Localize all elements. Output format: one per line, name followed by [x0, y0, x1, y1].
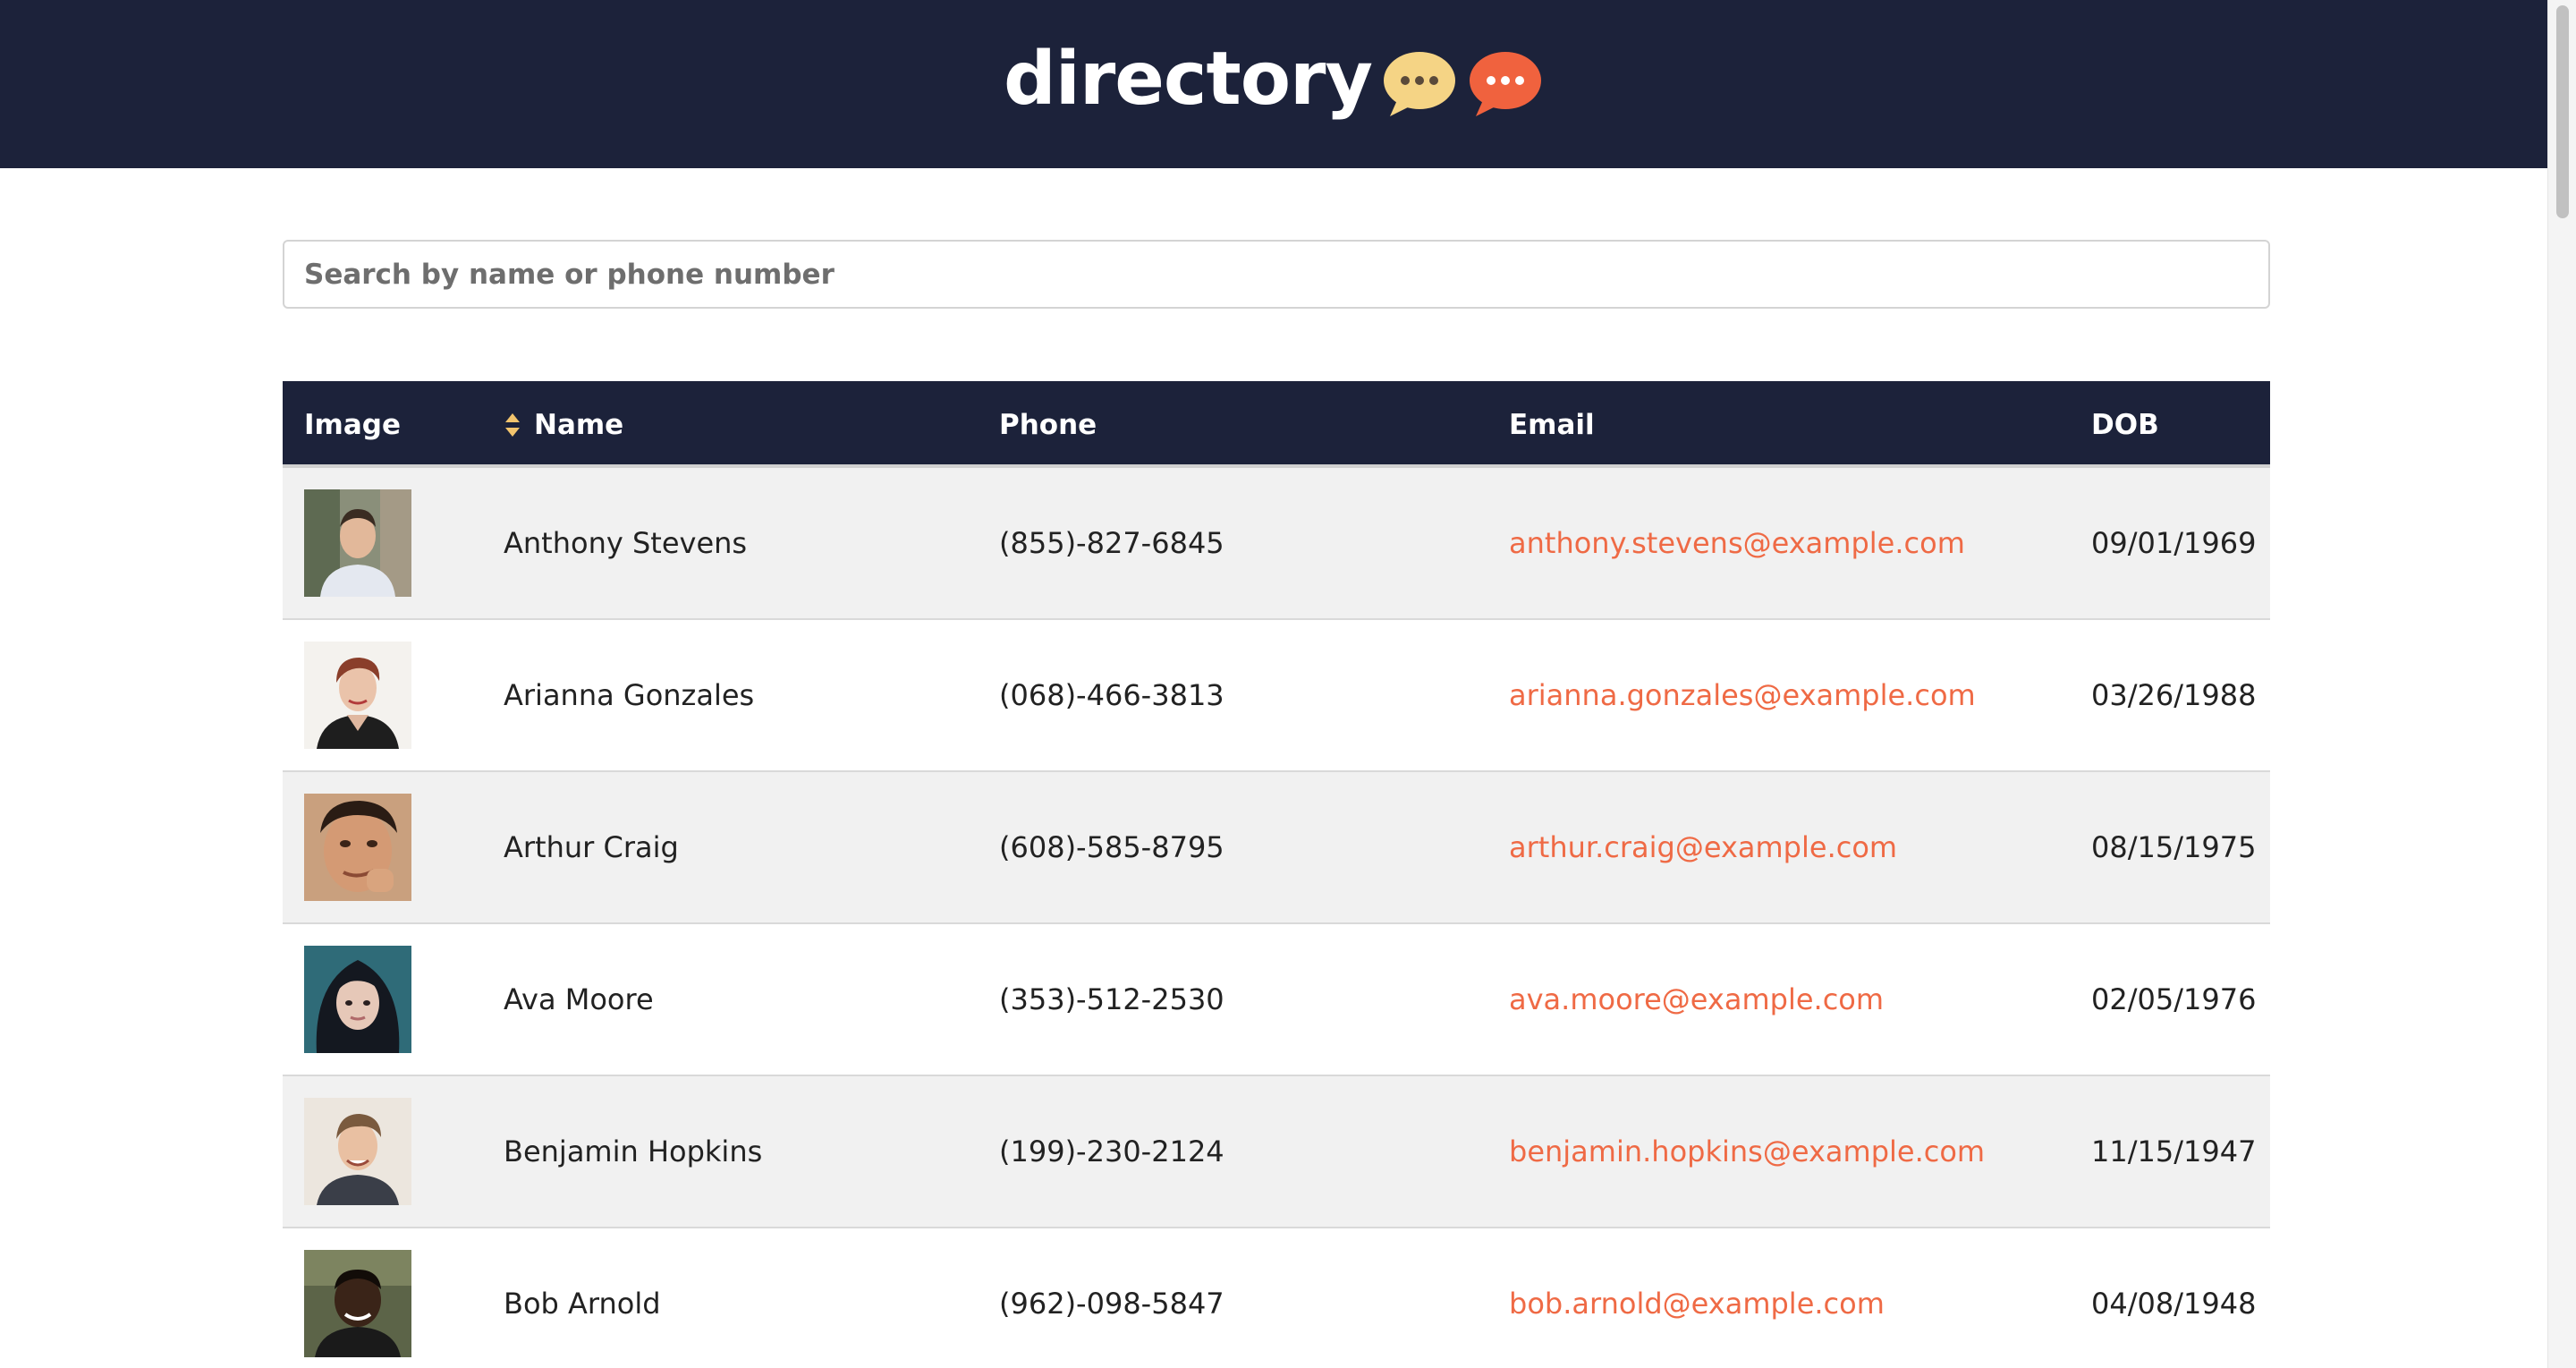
- dob-cell: 11/15/1947: [2091, 1134, 2257, 1168]
- avatar-cell: [304, 1228, 411, 1368]
- avatar-cell: [304, 1076, 411, 1227]
- email-link[interactable]: ava.moore@example.com: [1509, 924, 1884, 1075]
- email-link[interactable]: arthur.craig@example.com: [1509, 772, 1897, 922]
- avatar-cell: [304, 468, 411, 618]
- table-row: Bob Arnold (962)-098-5847 bob.arnold@exa…: [283, 1228, 2270, 1368]
- email-link[interactable]: benjamin.hopkins@example.com: [1509, 1076, 1985, 1227]
- dob-cell: 03/26/1988: [2091, 678, 2257, 712]
- dob-cell: 02/05/1976: [2091, 982, 2257, 1016]
- table-row: Ava Moore (353)-512-2530 ava.moore@examp…: [283, 924, 2270, 1076]
- email-link[interactable]: arianna.gonzales@example.com: [1509, 620, 1976, 770]
- avatar: [304, 489, 411, 597]
- table-row: Benjamin Hopkins (199)-230-2124 benjamin…: [283, 1076, 2270, 1228]
- avatar: [304, 946, 411, 1053]
- name-cell: Bob Arnold: [504, 1287, 661, 1321]
- name-cell: Benjamin Hopkins: [504, 1134, 763, 1168]
- column-header-phone: Phone: [999, 408, 1097, 441]
- app-title: directory: [1004, 37, 1373, 122]
- app-header: directory: [0, 0, 2547, 168]
- dob-cell: 08/15/1975: [2091, 830, 2257, 864]
- phone-cell: (962)-098-5847: [999, 1287, 1224, 1321]
- avatar: [304, 642, 411, 749]
- avatar: [304, 794, 411, 901]
- avatar: [304, 1250, 411, 1357]
- email-link[interactable]: bob.arnold@example.com: [1509, 1228, 1885, 1368]
- table-row: Arthur Craig (608)-585-8795 arthur.craig…: [283, 772, 2270, 924]
- phone-cell: (608)-585-8795: [999, 830, 1224, 864]
- phone-cell: (068)-466-3813: [999, 678, 1224, 712]
- email-link[interactable]: anthony.stevens@example.com: [1509, 468, 1965, 618]
- sort-icon[interactable]: [504, 412, 521, 438]
- table-header: Image Name Phone Email DOB: [283, 381, 2270, 468]
- phone-cell: (353)-512-2530: [999, 982, 1224, 1016]
- avatar-cell: [304, 620, 411, 770]
- phone-cell: (855)-827-6845: [999, 526, 1224, 560]
- search-container: [283, 240, 2270, 309]
- column-header-dob: DOB: [2091, 408, 2159, 441]
- name-cell: Ava Moore: [504, 982, 654, 1016]
- speech-bubble-icon: [1469, 52, 1541, 116]
- name-cell: Arianna Gonzales: [504, 678, 755, 712]
- vertical-scrollbar[interactable]: [2547, 0, 2576, 1368]
- scrollbar-thumb[interactable]: [2556, 5, 2569, 218]
- avatar-cell: [304, 772, 411, 922]
- search-input[interactable]: [283, 240, 2270, 309]
- speech-bubble-icon: [1383, 52, 1455, 116]
- table-row: Arianna Gonzales (068)-466-3813 arianna.…: [283, 620, 2270, 772]
- column-header-email: Email: [1509, 408, 1595, 441]
- dob-cell: 09/01/1969: [2091, 526, 2257, 560]
- column-header-image: Image: [304, 408, 401, 441]
- avatar-cell: [304, 924, 411, 1075]
- avatar: [304, 1098, 411, 1205]
- directory-page: directory Image: [0, 0, 2576, 1368]
- column-header-name[interactable]: Name: [504, 381, 623, 468]
- table-row: Anthony Stevens (855)-827-6845 anthony.s…: [283, 468, 2270, 620]
- name-cell: Anthony Stevens: [504, 526, 748, 560]
- dob-cell: 04/08/1948: [2091, 1287, 2257, 1321]
- phone-cell: (199)-230-2124: [999, 1134, 1224, 1168]
- employee-table: Image Name Phone Email DOB Anthony Steve…: [283, 381, 2270, 1368]
- name-cell: Arthur Craig: [504, 830, 679, 864]
- column-header-name-label: Name: [534, 408, 624, 441]
- brand: directory: [1004, 43, 1544, 120]
